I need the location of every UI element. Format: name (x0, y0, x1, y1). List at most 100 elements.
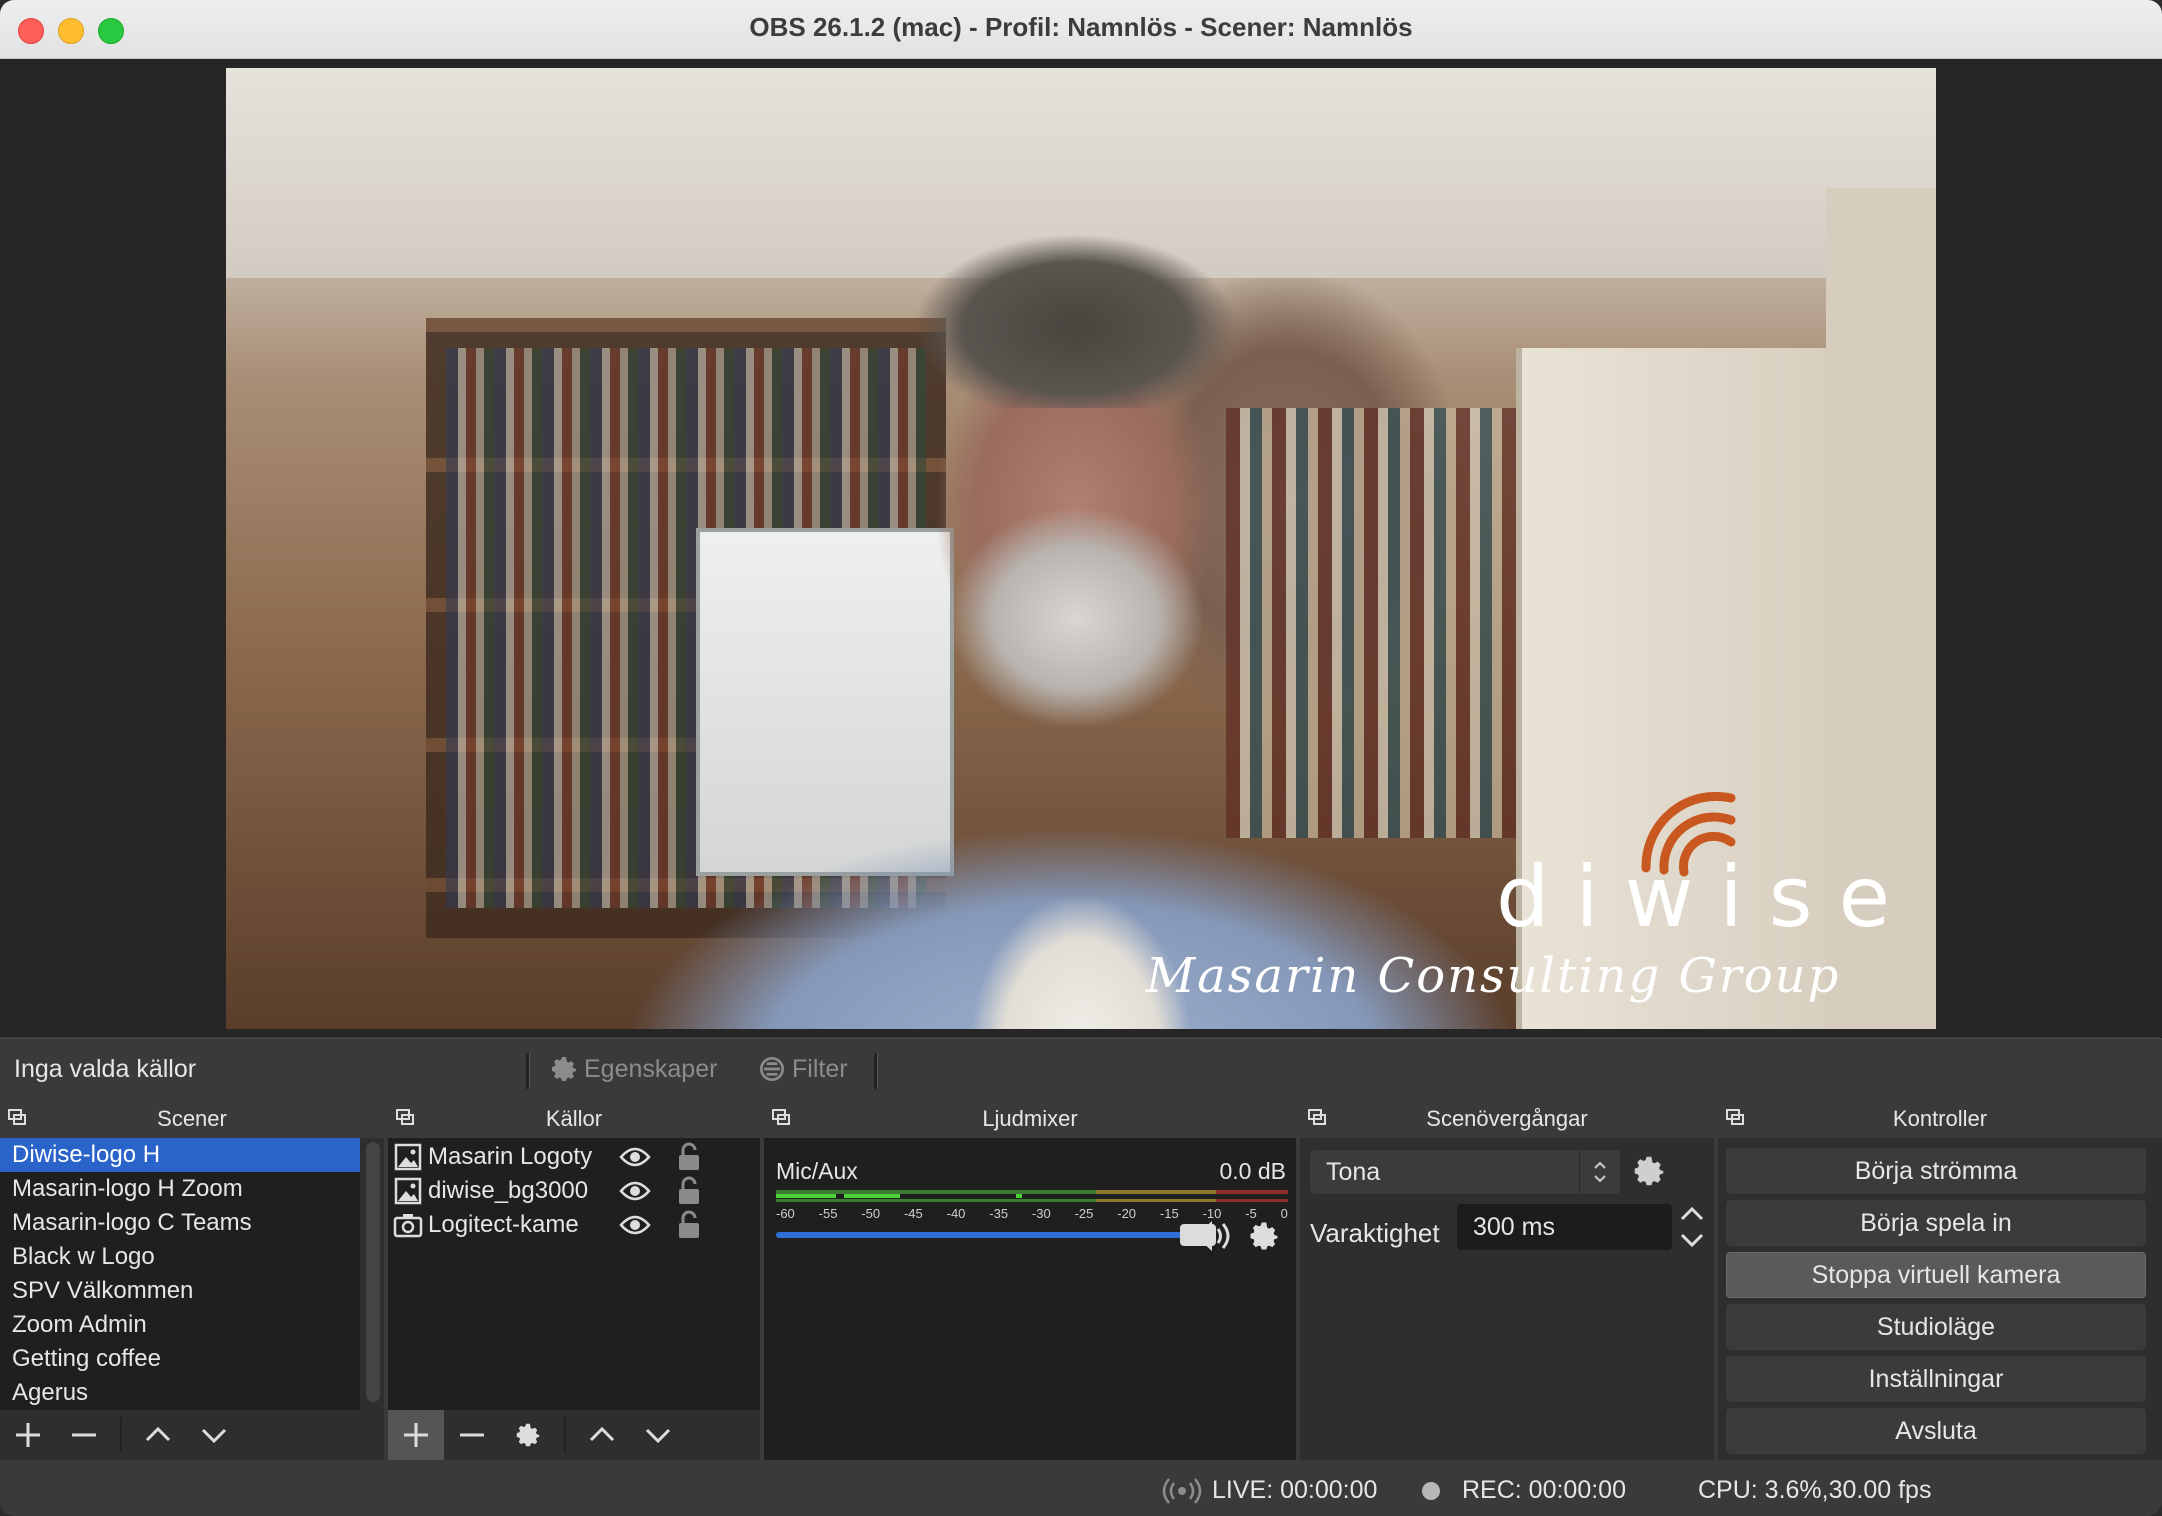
scene-item[interactable]: Getting coffee (0, 1342, 360, 1376)
scene-item[interactable]: Masarin-logo H Zoom (0, 1172, 360, 1206)
lock-icon[interactable] (662, 1210, 716, 1240)
minus-icon (72, 1433, 96, 1437)
image-icon (388, 1177, 428, 1205)
sources-header: Källor (388, 1100, 760, 1138)
sources-title: Källor (545, 1106, 603, 1131)
undock-icon[interactable] (8, 1109, 26, 1125)
gear-icon[interactable] (1630, 1152, 1668, 1190)
meter-tick-label: -60 (776, 1206, 795, 1221)
control-button[interactable]: Börja spela in (1726, 1200, 2146, 1246)
remove-source-button[interactable] (444, 1410, 500, 1460)
meter-tick-label: -30 (1031, 1206, 1051, 1221)
scene-item[interactable]: SPV Välkommen (0, 1274, 360, 1308)
scene-item[interactable]: Agerus (0, 1376, 360, 1410)
move-scene-up-button[interactable] (130, 1410, 186, 1460)
live-time: LIVE: 00:00:00 (1212, 1476, 1378, 1504)
divider (564, 1417, 566, 1453)
lock-icon[interactable] (662, 1142, 716, 1172)
status-bar: LIVE: 00:00:00 REC: 00:00:00 CPU: 3.6%,3… (0, 1460, 2162, 1516)
source-item[interactable]: Logitect-kame (388, 1208, 760, 1242)
controls-header: Kontroller (1718, 1100, 2162, 1138)
chevron-up-icon[interactable] (1678, 1204, 1706, 1224)
transitions-header: Scenövergångar (1300, 1100, 1714, 1138)
cpu-fps: CPU: 3.6%,30.00 fps (1698, 1476, 1932, 1504)
chevron-down-icon[interactable] (1678, 1230, 1706, 1250)
scenes-toolbar (0, 1410, 384, 1460)
eye-icon[interactable] (608, 1214, 662, 1236)
mixer-level: 0.0 dB (1219, 1158, 1287, 1184)
context-bar: Inga valda källor Egenskaper Filter (0, 1038, 2162, 1101)
chevron-down-icon (645, 1428, 671, 1444)
source-name: Masarin Logoty (428, 1143, 593, 1170)
sources-list[interactable]: Masarin Logoty diwise_bg3000 Logitect-kame (388, 1138, 760, 1410)
move-source-up-button[interactable] (574, 1410, 630, 1460)
gear-icon[interactable] (1246, 1218, 1282, 1254)
control-button[interactable]: Börja strömma (1726, 1148, 2146, 1194)
scenes-scrollbar[interactable] (366, 1142, 380, 1402)
move-source-down-button[interactable] (630, 1410, 686, 1460)
lock-icon[interactable] (662, 1176, 716, 1206)
properties-button[interactable]: Egenskaper (548, 1053, 717, 1085)
controls-dock: Kontroller Börja strömma Börja spela in St… (1718, 1100, 2162, 1460)
video-preview[interactable]: diwise Masarin Consulting Group (226, 68, 1936, 1029)
obs-window: OBS 26.1.2 (mac) - Profil: Namnlös - Sce… (0, 0, 2162, 1516)
mixer-body (764, 1138, 1296, 1460)
filter-icon (760, 1057, 784, 1081)
audio-mixer-dock: Ljudmixer Mic/Aux 0.0 dB -60 -55 -50 -45 -40… (764, 1100, 1296, 1460)
meter-tick-label: -20 (1117, 1206, 1137, 1221)
divider (120, 1417, 122, 1453)
undock-icon[interactable] (772, 1109, 790, 1125)
scene-item[interactable]: Diwise-logo H (0, 1138, 360, 1172)
mixer-channel-name: Mic/Aux (776, 1158, 858, 1184)
person-hair (886, 208, 1266, 408)
logo-wordmark: diwise (1496, 848, 1917, 946)
move-scene-down-button[interactable] (186, 1410, 242, 1460)
remove-scene-button[interactable] (56, 1410, 112, 1460)
sources-dock: Källor Masarin Logoty diwise_bg3000 Logite… (388, 1100, 760, 1460)
rec-status: REC: 00:00:00 (1422, 1476, 1626, 1505)
source-item[interactable]: diwise_bg3000 (388, 1174, 760, 1208)
meter-tick-label: -45 (903, 1206, 923, 1221)
record-dot-icon (1422, 1481, 1440, 1500)
broadcast-icon (1162, 1477, 1202, 1504)
gear-icon (516, 1423, 540, 1447)
duration-label: Varaktighet (1310, 1218, 1440, 1248)
scene-item[interactable]: Zoom Admin (0, 1308, 360, 1342)
add-scene-button[interactable] (0, 1410, 56, 1460)
speaker-icon[interactable] (1190, 1216, 1236, 1256)
scene-item[interactable]: Masarin-logo C Teams (0, 1206, 360, 1240)
no-source-selected-label: Inga valda källor (14, 1055, 197, 1083)
transitions-title: Scenövergångar (1426, 1106, 1588, 1131)
eye-icon[interactable] (608, 1146, 662, 1168)
transition-select[interactable]: Tona (1310, 1150, 1620, 1194)
properties-label: Egenskaper (584, 1054, 718, 1083)
divider (874, 1053, 878, 1089)
scenes-list[interactable]: Diwise-logo H Masarin-logo H Zoom Masarin-… (0, 1138, 360, 1410)
transition-selected-value: Tona (1326, 1158, 1381, 1186)
chevron-down-icon (201, 1428, 227, 1444)
divider (526, 1053, 530, 1089)
eye-icon[interactable] (608, 1180, 662, 1202)
plus-icon (16, 1423, 40, 1447)
meter-tick-label: -25 (1074, 1206, 1094, 1221)
rec-time: REC: 00:00:00 (1462, 1476, 1626, 1504)
scene-item[interactable]: Black w Logo (0, 1240, 360, 1274)
source-properties-button[interactable] (500, 1410, 556, 1460)
volume-slider[interactable] (776, 1232, 1186, 1238)
undock-icon[interactable] (1726, 1109, 1744, 1125)
controls-title: Kontroller (1892, 1106, 1988, 1131)
duration-stepper[interactable] (1675, 1204, 1709, 1250)
control-button[interactable]: Studioläge (1726, 1304, 2146, 1350)
scenes-title: Scener (157, 1106, 227, 1131)
scenes-dock: Scener Diwise-logo H Masarin-logo H Zoom M… (0, 1100, 384, 1460)
control-button[interactable]: Avsluta (1726, 1408, 2146, 1454)
source-item[interactable]: Masarin Logoty (388, 1140, 760, 1174)
undock-icon[interactable] (1308, 1109, 1326, 1125)
add-source-button[interactable] (388, 1410, 444, 1460)
undock-icon[interactable] (396, 1109, 414, 1125)
filters-button[interactable]: Filter (756, 1053, 848, 1085)
control-button[interactable]: Stoppa virtuell kamera (1726, 1252, 2146, 1298)
cpu-status: CPU: 3.6%,30.00 fps (1698, 1476, 1931, 1505)
duration-input[interactable]: 300 ms (1457, 1204, 1672, 1250)
control-button[interactable]: Inställningar (1726, 1356, 2146, 1402)
